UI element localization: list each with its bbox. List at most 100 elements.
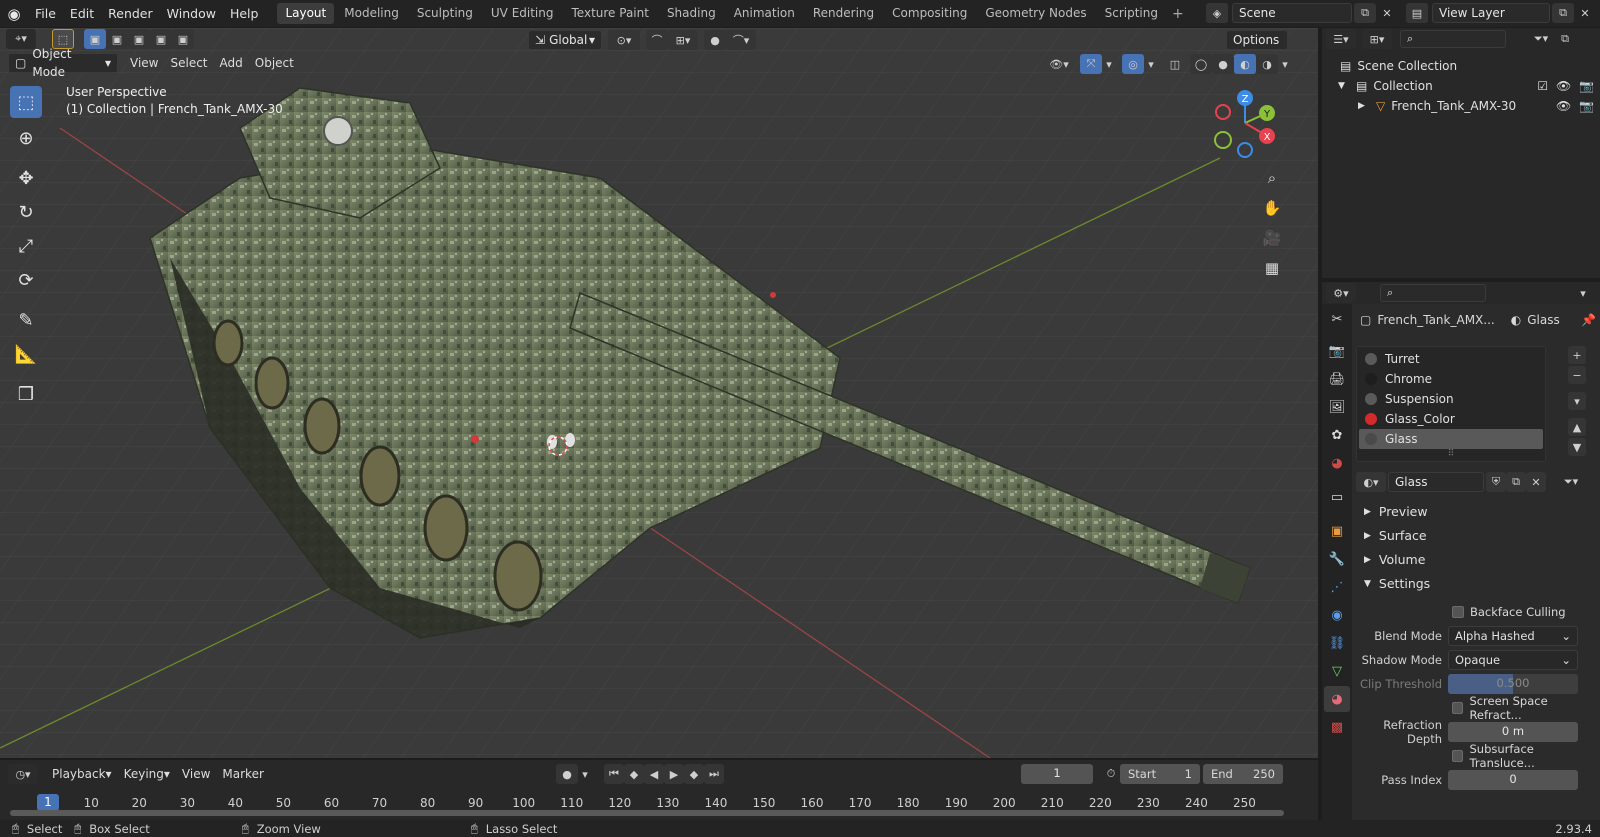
shadow-mode-dropdown[interactable]: Opaque ⌄ bbox=[1448, 650, 1578, 670]
snap-toggle-icon[interactable]: ⌒ bbox=[646, 30, 668, 50]
new-view-layer-icon[interactable]: ⧉ bbox=[1552, 3, 1574, 23]
zoom-icon[interactable]: ⌕ bbox=[1258, 164, 1286, 192]
menu-edit[interactable]: Edit bbox=[63, 0, 101, 27]
output-tab-icon[interactable]: 🖨 bbox=[1324, 366, 1350, 392]
start-frame-field[interactable]: Start 1 bbox=[1120, 764, 1200, 784]
menu-render[interactable]: Render bbox=[101, 0, 160, 27]
link-type-icon[interactable]: ⏷▾ bbox=[1556, 472, 1586, 492]
timeline-menu-playback[interactable]: Playback ▾ bbox=[46, 763, 118, 785]
proportional-edit-icon[interactable]: ● bbox=[704, 30, 726, 50]
object-tab-icon[interactable]: ▣ bbox=[1324, 518, 1350, 544]
add-cube-tool-icon[interactable]: ❒ bbox=[10, 378, 42, 410]
move-slot-down-icon[interactable]: ▼ bbox=[1568, 438, 1586, 456]
add-slot-icon[interactable]: + bbox=[1568, 346, 1586, 364]
solid-shading-icon[interactable]: ● bbox=[1212, 54, 1234, 74]
shading-menu-icon[interactable]: ▾ bbox=[1278, 54, 1292, 74]
rendered-shading-icon[interactable]: ◑ bbox=[1256, 54, 1278, 74]
backface-culling-checkbox[interactable] bbox=[1452, 606, 1464, 618]
surface-panel-header[interactable]: ▶ Surface bbox=[1356, 524, 1596, 548]
viewport-menu-view[interactable]: View bbox=[124, 52, 164, 74]
texture-tab-icon[interactable]: ▩ bbox=[1324, 714, 1350, 740]
blender-logo-icon[interactable]: ◉ bbox=[0, 0, 28, 27]
select-box-tool-icon[interactable]: ⬚ bbox=[10, 86, 42, 118]
timeline-editor-type-icon[interactable]: ◷▾ bbox=[8, 764, 38, 784]
play-reverse-icon[interactable]: ◀ bbox=[644, 764, 664, 784]
slot-specials-icon[interactable]: ▾ bbox=[1568, 392, 1586, 410]
exclude-checkbox-icon[interactable]: ☑ bbox=[1537, 79, 1548, 93]
pivot-point-icon[interactable]: ⊙▾ bbox=[608, 30, 640, 50]
stopwatch-icon[interactable]: ⏱ bbox=[1100, 764, 1122, 784]
remove-scene-icon[interactable]: ✕ bbox=[1376, 3, 1398, 23]
xray-toggle-icon[interactable]: ◫ bbox=[1164, 54, 1186, 74]
timeline-menu-marker[interactable]: Marker bbox=[216, 763, 269, 785]
tab-layout[interactable]: Layout bbox=[277, 3, 335, 24]
tab-shading[interactable]: Shading bbox=[659, 3, 724, 24]
new-collection-icon[interactable]: ⧉ bbox=[1556, 29, 1574, 49]
tab-modeling[interactable]: Modeling bbox=[336, 3, 407, 24]
options-dropdown[interactable]: Options ▾ bbox=[1226, 30, 1288, 65]
tab-geometry-nodes[interactable]: Geometry Nodes bbox=[977, 3, 1094, 24]
tab-compositing[interactable]: Compositing bbox=[884, 3, 975, 24]
annotate-tool-icon[interactable]: ✎ bbox=[10, 304, 42, 336]
data-tab-icon[interactable]: ▽ bbox=[1324, 658, 1350, 684]
clip-threshold-slider[interactable]: 0.500 bbox=[1448, 674, 1578, 694]
material-slot-item[interactable]: Glass_Color bbox=[1359, 409, 1543, 429]
perspective-grid-icon[interactable]: ▦ bbox=[1258, 254, 1286, 282]
current-frame-field[interactable]: 1 bbox=[1021, 764, 1093, 784]
fake-user-icon[interactable]: ⛨ bbox=[1486, 472, 1506, 492]
viewport-menu-select[interactable]: Select bbox=[164, 52, 213, 74]
tab-animation[interactable]: Animation bbox=[726, 3, 803, 24]
scale-tool-icon[interactable]: ⤢ bbox=[10, 230, 42, 262]
preview-panel-header[interactable]: ▶ Preview bbox=[1356, 500, 1596, 524]
viewport-menu-add[interactable]: Add bbox=[214, 52, 249, 74]
visibility-icon[interactable]: 👁▾ bbox=[1044, 54, 1074, 74]
scene-icon[interactable]: ◈ bbox=[1206, 3, 1228, 23]
particles-tab-icon[interactable]: ⋰ bbox=[1324, 574, 1350, 600]
cursor-tool-icon[interactable]: ⊕ bbox=[10, 122, 42, 154]
navigation-gizmo[interactable]: Z Y X bbox=[1205, 88, 1285, 158]
scene-tab-icon[interactable]: ✿ bbox=[1324, 422, 1350, 448]
list-resize-grip-icon[interactable]: ⠿ bbox=[1359, 449, 1543, 459]
transform-orientation-dropdown[interactable]: ⇲ Global ▾ bbox=[528, 30, 602, 50]
camera-view-icon[interactable]: 🎥 bbox=[1258, 224, 1286, 252]
backface-culling-row[interactable]: Backface Culling bbox=[1356, 600, 1596, 624]
material-slot-item[interactable]: Turret bbox=[1359, 349, 1543, 369]
display-mode-icon[interactable]: ⊞▾ bbox=[1362, 29, 1392, 49]
jump-keyframe-forward-icon[interactable]: ◆ bbox=[684, 764, 704, 784]
blend-mode-dropdown[interactable]: Alpha Hashed ⌄ bbox=[1448, 626, 1578, 646]
render-tab-icon[interactable]: 📷 bbox=[1324, 338, 1350, 364]
material-name-field[interactable]: Glass bbox=[1388, 472, 1484, 492]
unlink-material-icon[interactable]: ✕ bbox=[1526, 472, 1546, 492]
pass-index-field[interactable]: 0 bbox=[1448, 770, 1578, 790]
render-camera-icon[interactable]: 📷 bbox=[1579, 79, 1594, 93]
volume-panel-header[interactable]: ▶ Volume bbox=[1356, 548, 1596, 572]
falloff-icon[interactable]: ⌒▾ bbox=[726, 30, 756, 50]
overlays-menu-icon[interactable]: ▾ bbox=[1144, 54, 1158, 74]
gizmo-toggle-icon[interactable]: ⤧ bbox=[1080, 54, 1102, 74]
properties-search-input[interactable]: ⌕ bbox=[1380, 284, 1486, 302]
tab-uv-editing[interactable]: UV Editing bbox=[483, 3, 562, 24]
material-slot-item[interactable]: Suspension bbox=[1359, 389, 1543, 409]
ssr-checkbox[interactable] bbox=[1452, 702, 1464, 714]
frame-ruler[interactable]: 1 10 20 30 40 50 60 70 80 90 100 110 120 130 140 150 16… bbox=[0, 788, 1318, 811]
material-preview-icon[interactable]: ◐ bbox=[1234, 54, 1256, 74]
move-tool-icon[interactable]: ✥ bbox=[10, 162, 42, 194]
end-frame-field[interactable]: End 250 bbox=[1203, 764, 1283, 784]
timeline-menu-keying[interactable]: Keying ▾ bbox=[118, 763, 176, 785]
collection-row[interactable]: ▼ ▤ Collection ☑ 👁 📷 bbox=[1322, 76, 1600, 96]
jump-keyframe-back-icon[interactable]: ◆ bbox=[624, 764, 644, 784]
properties-options-icon[interactable]: ▾ bbox=[1572, 283, 1594, 303]
playhead[interactable]: 1 bbox=[37, 794, 59, 811]
sss-checkbox[interactable] bbox=[1452, 750, 1464, 762]
jump-start-icon[interactable]: ⏮ bbox=[604, 764, 624, 784]
move-slot-up-icon[interactable]: ▲ bbox=[1568, 418, 1586, 436]
render-camera-icon[interactable]: 📷 bbox=[1579, 99, 1594, 113]
refraction-depth-field[interactable]: 0 m bbox=[1448, 722, 1578, 742]
view-layer-field[interactable]: View Layer bbox=[1432, 3, 1550, 23]
select-invert-icon[interactable]: ▣ bbox=[150, 29, 172, 49]
tool-tab-icon[interactable]: ✂ bbox=[1324, 306, 1350, 332]
properties-editor-type-icon[interactable]: ⚙▾ bbox=[1326, 283, 1356, 303]
material-slot-item[interactable]: Glass bbox=[1359, 429, 1543, 449]
menu-window[interactable]: Window bbox=[160, 0, 223, 27]
remove-slot-icon[interactable]: − bbox=[1568, 366, 1586, 384]
